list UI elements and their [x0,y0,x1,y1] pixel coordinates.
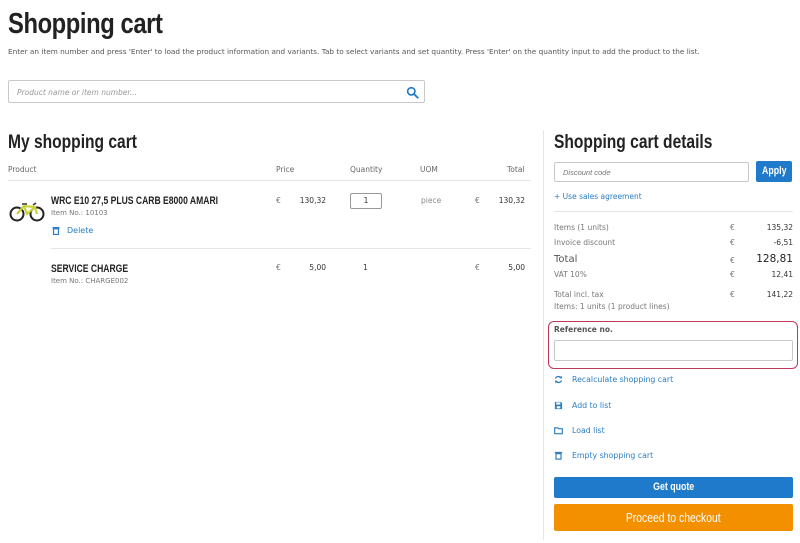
sidebar-divider [543,130,544,540]
table-divider [8,180,531,181]
quantity-input[interactable]: 1 [350,193,382,209]
total-value: 5,00 [508,263,525,272]
recalculate-cart-button[interactable]: Recalculate shopping cart [554,375,673,384]
refresh-icon [554,375,563,384]
quantity-value: 1 [363,263,368,272]
price-currency: € [276,263,281,272]
discount-code-input[interactable] [554,162,749,182]
total-value: 130,32 [498,196,525,205]
reference-input[interactable] [554,340,793,361]
save-icon [554,401,563,410]
row-divider [51,248,531,249]
price-value: 5,00 [309,263,326,272]
trash-icon [554,451,563,460]
cart-section-title: My shopping cart [8,132,137,153]
summary-note: Items: 1 units (1 product lines) [554,302,670,311]
summary-divider [554,211,793,212]
add-to-list-button[interactable]: Add to list [554,401,611,410]
folder-icon [554,427,563,435]
column-header-product: Product [8,165,37,174]
price-value: 130,32 [299,196,326,205]
search-icon[interactable] [406,86,419,99]
total-currency: € [475,196,480,205]
delete-button[interactable]: Delete [52,226,93,235]
page-title: Shopping cart [8,8,163,40]
trash-icon [52,227,60,235]
product-item-number: Item No.: CHARGE002 [51,277,129,285]
product-item-number: Item No.: 10103 [51,209,108,217]
product-search-box[interactable] [8,80,425,103]
page-instructions: Enter an item number and press 'Enter' t… [8,47,700,56]
details-section-title: Shopping cart details [554,132,713,153]
reference-label: Reference no. [554,325,613,334]
load-list-button[interactable]: Load list [554,426,605,435]
price-currency: € [276,196,281,205]
mountain-bike-icon [9,202,45,222]
product-search-input[interactable] [17,85,397,99]
column-header-total: Total [507,165,525,174]
product-name: SERVICE CHARGE [51,263,129,275]
column-header-uom: UOM [420,165,438,174]
use-sales-agreement-link[interactable]: + Use sales agreement [554,192,642,201]
product-name[interactable]: WRC E10 27,5 PLUS CARB E8000 AMARI [51,195,218,207]
uom-value: piece [421,196,442,205]
proceed-to-checkout-button[interactable]: Proceed to checkout [554,504,793,531]
delete-label: Delete [67,226,94,235]
apply-discount-button[interactable]: Apply [756,161,792,182]
column-header-quantity: Quantity [350,165,383,174]
column-header-price: Price [276,165,295,174]
total-currency: € [475,263,480,272]
empty-cart-button[interactable]: Empty shopping cart [554,451,653,460]
get-quote-button[interactable]: Get quote [554,477,793,498]
